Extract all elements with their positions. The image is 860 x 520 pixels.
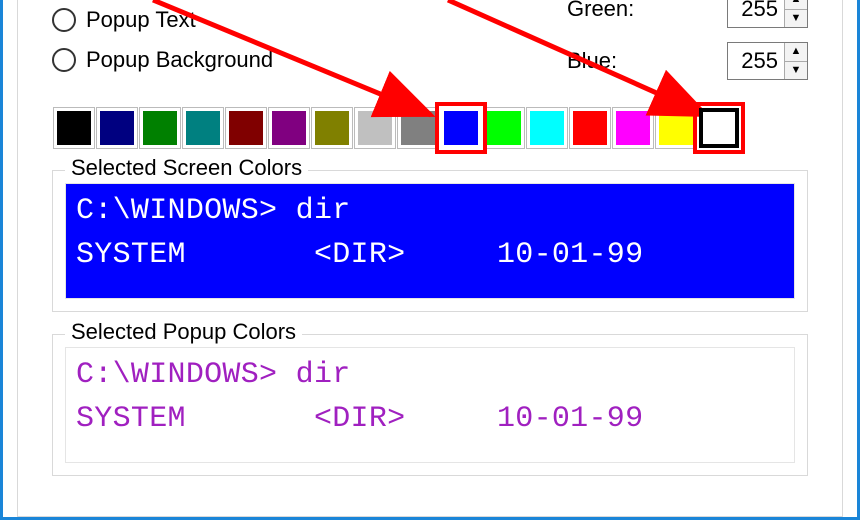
color-palette — [52, 108, 808, 148]
color-swatch-green[interactable] — [140, 108, 180, 148]
popup-colors-preview: C:\WINDOWS> dir SYSTEM <DIR> 10-01-99 — [65, 347, 795, 463]
blue-spinner[interactable]: ▲ ▼ — [727, 42, 808, 80]
popup-colors-legend: Selected Popup Colors — [65, 319, 302, 345]
color-swatch-white[interactable] — [699, 108, 739, 148]
color-swatch-olive[interactable] — [312, 108, 352, 148]
color-swatch-aqua[interactable] — [527, 108, 567, 148]
green-input[interactable] — [728, 0, 784, 27]
color-swatch-yellow[interactable] — [656, 108, 696, 148]
color-swatch-purple[interactable] — [269, 108, 309, 148]
spinner-down-icon[interactable]: ▼ — [785, 62, 807, 80]
radio-popup-background[interactable]: Popup Background — [52, 40, 567, 80]
color-target-radio-group: Popup Text Popup Background — [52, 0, 567, 80]
color-swatch-maroon[interactable] — [226, 108, 266, 148]
color-swatch-red[interactable] — [570, 108, 610, 148]
color-swatch-teal[interactable] — [183, 108, 223, 148]
color-swatch-fuchsia[interactable] — [613, 108, 653, 148]
green-spinner[interactable]: ▲ ▼ — [727, 0, 808, 28]
radio-popup-text-label: Popup Text — [86, 7, 196, 33]
color-swatch-lime[interactable] — [484, 108, 524, 148]
console-line: C:\WINDOWS> dir — [76, 190, 784, 234]
radio-icon — [52, 48, 76, 72]
radio-icon — [52, 8, 76, 32]
blue-input[interactable] — [728, 43, 784, 79]
spinner-up-icon[interactable]: ▲ — [785, 43, 807, 62]
console-line: C:\WINDOWS> dir — [76, 354, 784, 398]
selected-popup-colors-group: Selected Popup Colors C:\WINDOWS> dir SY… — [52, 334, 808, 476]
green-label: Green: — [567, 0, 727, 22]
color-swatch-silver[interactable] — [355, 108, 395, 148]
screen-colors-legend: Selected Screen Colors — [65, 155, 308, 181]
selected-screen-colors-group: Selected Screen Colors C:\WINDOWS> dir S… — [52, 170, 808, 312]
color-swatch-navy[interactable] — [97, 108, 137, 148]
console-line: SYSTEM <DIR> 10-01-99 — [76, 234, 784, 278]
properties-tab-panel: Popup Text Popup Background Green: ▲ ▼ — [0, 0, 860, 520]
color-swatch-blue[interactable] — [441, 108, 481, 148]
spinner-down-icon[interactable]: ▼ — [785, 10, 807, 28]
radio-popup-text[interactable]: Popup Text — [52, 0, 567, 40]
screen-colors-preview: C:\WINDOWS> dir SYSTEM <DIR> 10-01-99 — [65, 183, 795, 299]
colors-panel: Popup Text Popup Background Green: ▲ ▼ — [17, 0, 843, 517]
color-swatch-black[interactable] — [54, 108, 94, 148]
spinner-up-icon[interactable]: ▲ — [785, 0, 807, 10]
blue-label: Blue: — [567, 48, 727, 74]
console-line: SYSTEM <DIR> 10-01-99 — [76, 398, 784, 442]
rgb-value-group: Green: ▲ ▼ Blue: ▲ — [567, 0, 808, 80]
color-swatch-gray[interactable] — [398, 108, 438, 148]
radio-popup-background-label: Popup Background — [86, 47, 273, 73]
